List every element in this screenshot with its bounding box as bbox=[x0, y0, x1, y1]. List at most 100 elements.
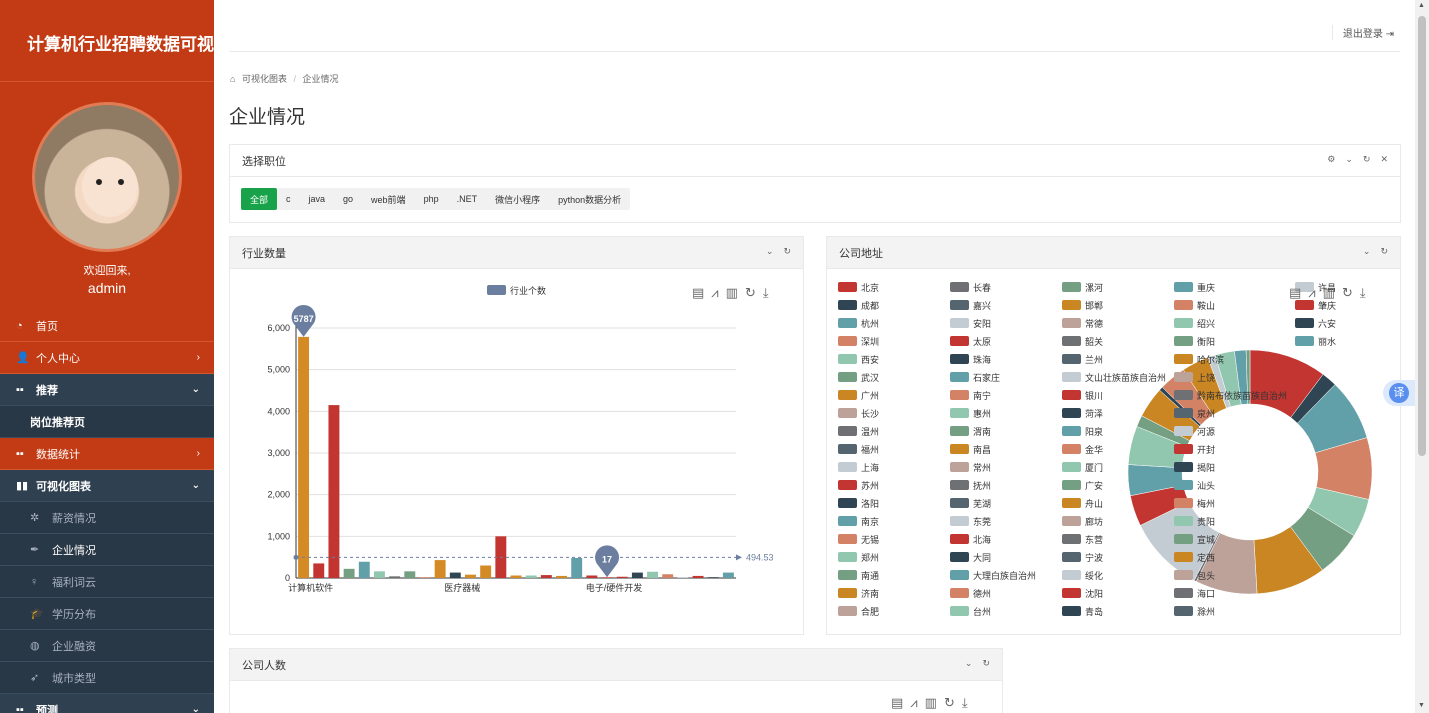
legend-item[interactable]: 大理白族自治州 bbox=[950, 568, 1062, 582]
legend-item[interactable]: 温州 bbox=[838, 424, 950, 438]
legend-item[interactable]: 泉州 bbox=[1174, 406, 1295, 420]
chevron-down-icon[interactable]: ⌄ bbox=[766, 246, 774, 257]
sidebar-item-6[interactable]: ✲ 薪资情况 bbox=[0, 502, 214, 534]
legend-item[interactable]: 芜湖 bbox=[950, 496, 1062, 510]
legend-item[interactable]: 汕头 bbox=[1174, 478, 1295, 492]
legend-item[interactable]: 揭阳 bbox=[1174, 460, 1295, 474]
sidebar-item-4[interactable]: ▪▪ 数据统计 › bbox=[0, 438, 214, 470]
data-view-icon[interactable]: ▤ bbox=[692, 285, 704, 301]
legend-item[interactable]: 合肥 bbox=[838, 604, 950, 618]
legend-item[interactable]: 石家庄 bbox=[950, 370, 1062, 384]
legend-item[interactable]: 衡阳 bbox=[1174, 334, 1295, 348]
legend-item[interactable]: 南昌 bbox=[950, 442, 1062, 456]
sidebar-item-11[interactable]: ➶ 城市类型 bbox=[0, 662, 214, 694]
legend-item[interactable]: 德州 bbox=[950, 586, 1062, 600]
bar[interactable] bbox=[404, 571, 416, 578]
sidebar-item-8[interactable]: ♀ 福利词云 bbox=[0, 566, 214, 598]
legend-item[interactable]: 河源 bbox=[1174, 424, 1295, 438]
bar[interactable] bbox=[358, 561, 370, 578]
gear-icon[interactable]: ⚙ bbox=[1327, 154, 1335, 165]
bar-switch-icon[interactable]: ▥ bbox=[726, 285, 738, 301]
page-scrollbar[interactable]: ▲ ▼ bbox=[1415, 0, 1429, 713]
legend-item[interactable]: 长沙 bbox=[838, 406, 950, 420]
scroll-up-icon[interactable]: ▲ bbox=[1418, 2, 1425, 9]
bar[interactable] bbox=[465, 574, 476, 578]
legend-item[interactable]: 郑州 bbox=[838, 550, 950, 564]
job-button-6[interactable]: .NET bbox=[448, 188, 487, 210]
legend-item[interactable]: 广安 bbox=[1062, 478, 1174, 492]
chevron-down-icon[interactable]: ⌄ bbox=[965, 658, 973, 669]
translate-widget[interactable]: 译 bbox=[1383, 380, 1415, 406]
restore-icon[interactable]: ↻ bbox=[745, 285, 756, 301]
bar[interactable] bbox=[510, 575, 522, 579]
job-button-0[interactable]: 全部 bbox=[241, 188, 278, 210]
sidebar-item-2[interactable]: ▪▪ 推荐 ⌄ bbox=[0, 374, 214, 406]
bar[interactable] bbox=[586, 575, 598, 579]
download-icon[interactable]: ⤓ bbox=[763, 285, 769, 301]
logout-link[interactable]: 退出登录 ⇥ bbox=[1331, 25, 1394, 40]
legend-item[interactable]: 滁州 bbox=[1174, 604, 1295, 618]
refresh-icon[interactable]: ↻ bbox=[1363, 154, 1371, 165]
legend-item[interactable]: 青岛 bbox=[1062, 604, 1174, 618]
job-button-2[interactable]: java bbox=[300, 188, 335, 210]
sidebar-item-3[interactable]: 岗位推荐页 bbox=[0, 406, 214, 438]
legend-item[interactable]: 厦门 bbox=[1062, 460, 1174, 474]
bar[interactable] bbox=[328, 405, 340, 578]
line-switch-icon[interactable]: ⩘ bbox=[1308, 285, 1315, 301]
restore-icon[interactable]: ↻ bbox=[944, 695, 955, 711]
sidebar-item-10[interactable]: ◍ 企业融资 bbox=[0, 630, 214, 662]
legend-item[interactable]: 南通 bbox=[838, 568, 950, 582]
scroll-thumb[interactable] bbox=[1418, 16, 1426, 456]
legend-item[interactable]: 惠州 bbox=[950, 406, 1062, 420]
home-icon[interactable]: ⌂ bbox=[230, 74, 235, 84]
download-icon[interactable]: ⤓ bbox=[962, 695, 968, 711]
refresh-icon[interactable]: ↻ bbox=[1380, 246, 1388, 257]
legend-item[interactable]: 东莞 bbox=[950, 514, 1062, 528]
legend-item[interactable]: 贵阳 bbox=[1174, 514, 1295, 528]
job-button-7[interactable]: 微信小程序 bbox=[486, 188, 549, 210]
legend-item[interactable]: 阳泉 bbox=[1062, 424, 1174, 438]
legend-item[interactable]: 文山壮族苗族自治州 bbox=[1062, 370, 1174, 384]
legend-item[interactable]: 大同 bbox=[950, 550, 1062, 564]
legend-item[interactable]: 常德 bbox=[1062, 316, 1174, 330]
bar[interactable] bbox=[419, 577, 431, 578]
legend-item[interactable]: 舟山 bbox=[1062, 496, 1174, 510]
refresh-icon[interactable]: ↻ bbox=[783, 246, 791, 257]
job-button-5[interactable]: php bbox=[415, 188, 448, 210]
legend-item[interactable]: 杭州 bbox=[838, 316, 950, 330]
legend-item[interactable]: 武汉 bbox=[838, 370, 950, 384]
legend-item[interactable]: 南宁 bbox=[950, 388, 1062, 402]
legend-item[interactable]: 重庆 bbox=[1174, 280, 1295, 294]
legend-item[interactable]: 邯郸 bbox=[1062, 298, 1174, 312]
restore-icon[interactable]: ↻ bbox=[1342, 285, 1353, 301]
legend-item[interactable]: 洛阳 bbox=[838, 496, 950, 510]
legend-item[interactable]: 绍兴 bbox=[1174, 316, 1295, 330]
job-button-4[interactable]: web前端 bbox=[362, 188, 415, 210]
legend-item[interactable]: 济南 bbox=[838, 586, 950, 600]
legend-item[interactable]: 海口 bbox=[1174, 586, 1295, 600]
legend-item[interactable]: 成都 bbox=[838, 298, 950, 312]
close-icon[interactable]: ✕ bbox=[1380, 154, 1388, 165]
job-button-1[interactable]: c bbox=[277, 188, 300, 210]
legend-item[interactable]: 南京 bbox=[838, 514, 950, 528]
legend-item[interactable]: 梅州 bbox=[1174, 496, 1295, 510]
sidebar-item-12[interactable]: ▪▪ 预测 ⌄ bbox=[0, 694, 214, 713]
chevron-down-icon[interactable]: ⌄ bbox=[1345, 154, 1353, 165]
legend-item[interactable]: 沈阳 bbox=[1062, 586, 1174, 600]
bar[interactable] bbox=[722, 572, 734, 578]
legend-item[interactable]: 廊坊 bbox=[1062, 514, 1174, 528]
bar[interactable] bbox=[540, 575, 552, 578]
bar[interactable] bbox=[601, 577, 613, 578]
legend-item[interactable]: 兰州 bbox=[1062, 352, 1174, 366]
legend-item[interactable]: 渭南 bbox=[950, 424, 1062, 438]
legend-item[interactable]: 开封 bbox=[1174, 442, 1295, 456]
breadcrumb-home[interactable]: 可视化图表 bbox=[242, 74, 287, 84]
legend-item[interactable]: 绥化 bbox=[1062, 568, 1174, 582]
legend-item[interactable]: 定西 bbox=[1174, 550, 1295, 564]
line-switch-icon[interactable]: ⩘ bbox=[910, 695, 917, 711]
data-view-icon[interactable]: ▤ bbox=[891, 695, 903, 711]
legend-item[interactable]: 长春 bbox=[950, 280, 1062, 294]
bar[interactable] bbox=[662, 574, 674, 578]
sidebar-item-9[interactable]: 🎓 学历分布 bbox=[0, 598, 214, 630]
bar-switch-icon[interactable]: ▥ bbox=[1323, 285, 1335, 301]
